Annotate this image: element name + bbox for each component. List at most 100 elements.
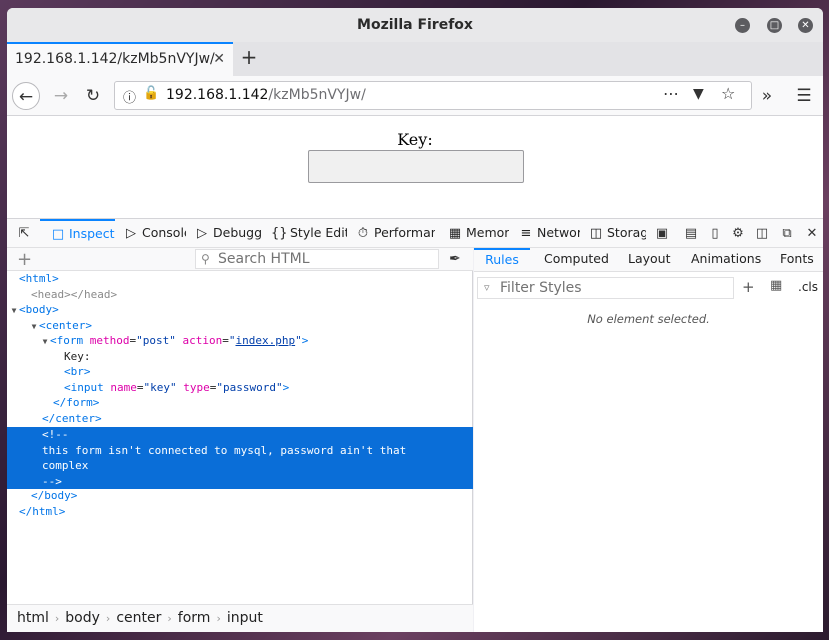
comment-line-2: complex <box>42 459 89 472</box>
tab-layout[interactable]: Layout <box>628 248 671 272</box>
reload-button[interactable]: ↻ <box>79 82 107 110</box>
chevron-right-icon: › <box>54 612 60 625</box>
pocket-icon[interactable]: ▼ <box>693 86 704 102</box>
selected-comment-node[interactable]: <!-- this form isn't connected to mysql,… <box>7 427 473 489</box>
tab-strip: 192.168.1.142/kzMb5nVYJw/ ✕ + <box>7 42 823 76</box>
form-action-link[interactable]: index.php <box>236 334 296 347</box>
breadcrumb-center[interactable]: center <box>116 610 161 626</box>
url-bar[interactable]: ⓘ 🔓 192.168.1.142/kzMb5nVYJw/ ⋯ ▼ ☆ <box>114 81 752 110</box>
debugger-icon: ▷ <box>197 226 207 241</box>
element-picker-icon[interactable]: ⇱ <box>16 226 32 242</box>
inspector-icon: □ <box>51 227 65 242</box>
firefox-window: Mozilla Firefox – □ ✕ 192.168.1.142/kzMb… <box>7 8 823 632</box>
info-icon[interactable]: ⓘ <box>123 87 136 106</box>
console-icon: ▷ <box>126 226 136 241</box>
tree-node-html-close[interactable]: </html> <box>7 504 473 520</box>
markup-search-bar: + ⚲ Search HTML ✒ <box>7 248 473 271</box>
sidebar-tabs: Rules Computed Layout Animations Fonts <box>474 248 823 272</box>
minimize-button[interactable]: – <box>735 18 750 33</box>
tree-node-head[interactable]: <head></head> <box>7 287 473 303</box>
tab-fonts[interactable]: Fonts <box>780 248 814 272</box>
bookmark-star-icon[interactable]: ☆ <box>721 84 735 103</box>
breadcrumb-input[interactable]: input <box>227 610 263 626</box>
chevron-right-icon: › <box>216 612 221 625</box>
expand-twisty-icon[interactable]: ▼ <box>40 334 50 350</box>
eyedropper-icon[interactable]: ✒ <box>449 251 461 267</box>
tab-network[interactable]: ≡Network <box>518 219 580 249</box>
tree-node-center[interactable]: ▼ <center> <box>7 318 473 334</box>
url-text[interactable]: 192.168.1.142/kzMb5nVYJw/ <box>166 87 366 103</box>
tree-node-form[interactable]: ▼ <form method="post" action="index.php"> <box>7 333 473 349</box>
tree-node-body-close[interactable]: </body> <box>7 488 473 504</box>
search-html-input[interactable]: ⚲ Search HTML <box>195 249 439 269</box>
comment-open: <!-- <box>42 428 69 441</box>
close-window-button[interactable]: ✕ <box>798 18 813 33</box>
add-node-icon[interactable]: + <box>17 249 32 270</box>
window-title: Mozilla Firefox <box>357 17 473 33</box>
settings-gear-icon[interactable]: ⚙ <box>730 226 746 242</box>
key-label: Key: <box>397 130 433 149</box>
rules-sidebar: Rules Computed Layout Animations Fonts ▿… <box>474 248 823 632</box>
tab-debugger[interactable]: ▷Debugger <box>194 219 262 249</box>
key-password-input[interactable] <box>308 150 524 183</box>
add-rule-icon[interactable]: + <box>742 278 755 296</box>
style-editor-icon: {} <box>271 226 288 241</box>
breadcrumb-body[interactable]: body <box>65 610 100 626</box>
insecure-lock-icon[interactable]: 🔓 <box>143 86 159 101</box>
tab-memory[interactable]: ▦Memory <box>447 219 509 249</box>
comment-close: --> <box>42 474 62 488</box>
filter-icon: ▿ <box>484 281 490 294</box>
breadcrumb-form[interactable]: form <box>178 610 211 626</box>
overflow-chevron-icon[interactable]: » <box>753 82 781 110</box>
tree-node-br[interactable]: <br> <box>7 364 473 380</box>
expand-twisty-icon[interactable]: ▼ <box>29 319 39 335</box>
search-icon: ⚲ <box>201 252 210 266</box>
close-tab-icon[interactable]: ✕ <box>213 51 225 67</box>
browser-tab[interactable]: 192.168.1.142/kzMb5nVYJw/ ✕ <box>7 42 233 76</box>
storage-icon: ◫ <box>589 226 603 241</box>
navigation-toolbar: ← → ↻ ⓘ 🔓 192.168.1.142/kzMb5nVYJw/ ⋯ ▼ … <box>7 76 823 116</box>
menu-icon[interactable]: ☰ <box>790 82 818 110</box>
cls-button[interactable]: .cls <box>798 280 818 294</box>
dock-side-icon[interactable]: ◫ <box>754 226 770 242</box>
network-icon: ≡ <box>520 226 532 241</box>
memory-icon: ▦ <box>448 226 462 241</box>
tab-style-editor[interactable]: {}Style Editor <box>271 219 347 249</box>
comment-line-1: this form isn't connected to mysql, pass… <box>42 443 407 457</box>
filter-styles-input[interactable]: ▿ Filter Styles <box>477 277 734 299</box>
page-actions-icon[interactable]: ⋯ <box>663 84 679 103</box>
new-tab-button[interactable]: + <box>237 46 261 70</box>
back-button[interactable]: ← <box>12 82 40 110</box>
forward-button[interactable]: → <box>47 82 75 110</box>
breadcrumb: html › body › center › form › input <box>7 604 473 632</box>
responsive-design-icon[interactable]: ▯ <box>707 226 723 242</box>
markup-panel: + ⚲ Search HTML ✒ <html> <head></head> ▼ <… <box>7 248 473 632</box>
breadcrumb-html[interactable]: html <box>17 610 49 626</box>
tab-animations[interactable]: Animations <box>691 248 761 272</box>
tab-computed[interactable]: Computed <box>544 248 609 272</box>
no-element-message: No element selected. <box>587 312 710 326</box>
tab-title: 192.168.1.142/kzMb5nVYJw/ <box>15 51 215 67</box>
chevron-right-icon: › <box>105 612 111 625</box>
expand-twisty-icon[interactable]: ▼ <box>9 303 19 319</box>
tab-rules[interactable]: Rules <box>474 248 530 272</box>
tree-node-center-close[interactable]: </center> <box>7 411 473 427</box>
screenshot-icon[interactable]: ▤ <box>683 226 699 242</box>
tree-node-html[interactable]: <html> <box>7 271 473 287</box>
maximize-button[interactable]: □ <box>767 18 782 33</box>
tree-node-body[interactable]: ▼ <body> <box>7 302 473 318</box>
tree-node-key-text[interactable]: Key: <box>7 349 473 365</box>
tab-inspector[interactable]: □Inspector <box>40 219 115 249</box>
chevron-right-icon: › <box>167 612 172 625</box>
tree-node-input[interactable]: <input name="key" type="password"> <box>7 380 473 396</box>
close-devtools-icon[interactable]: ✕ <box>804 226 820 242</box>
separate-window-icon[interactable]: ⧉ <box>779 226 795 242</box>
tab-performance[interactable]: ⏱Performance <box>355 219 435 249</box>
toggle-pseudo-class-icon[interactable]: ▦ <box>770 278 782 293</box>
tab-console[interactable]: ▷Console <box>123 219 186 249</box>
title-bar: Mozilla Firefox – □ ✕ <box>7 8 823 42</box>
tree-node-form-close[interactable]: </form> <box>7 395 473 411</box>
frame-select-icon[interactable]: ▣ <box>654 226 670 242</box>
tab-storage[interactable]: ◫Storage <box>588 219 646 249</box>
devtools-toolbar: ⇱ □Inspector ▷Console ▷Debugger {}Style … <box>7 218 823 248</box>
